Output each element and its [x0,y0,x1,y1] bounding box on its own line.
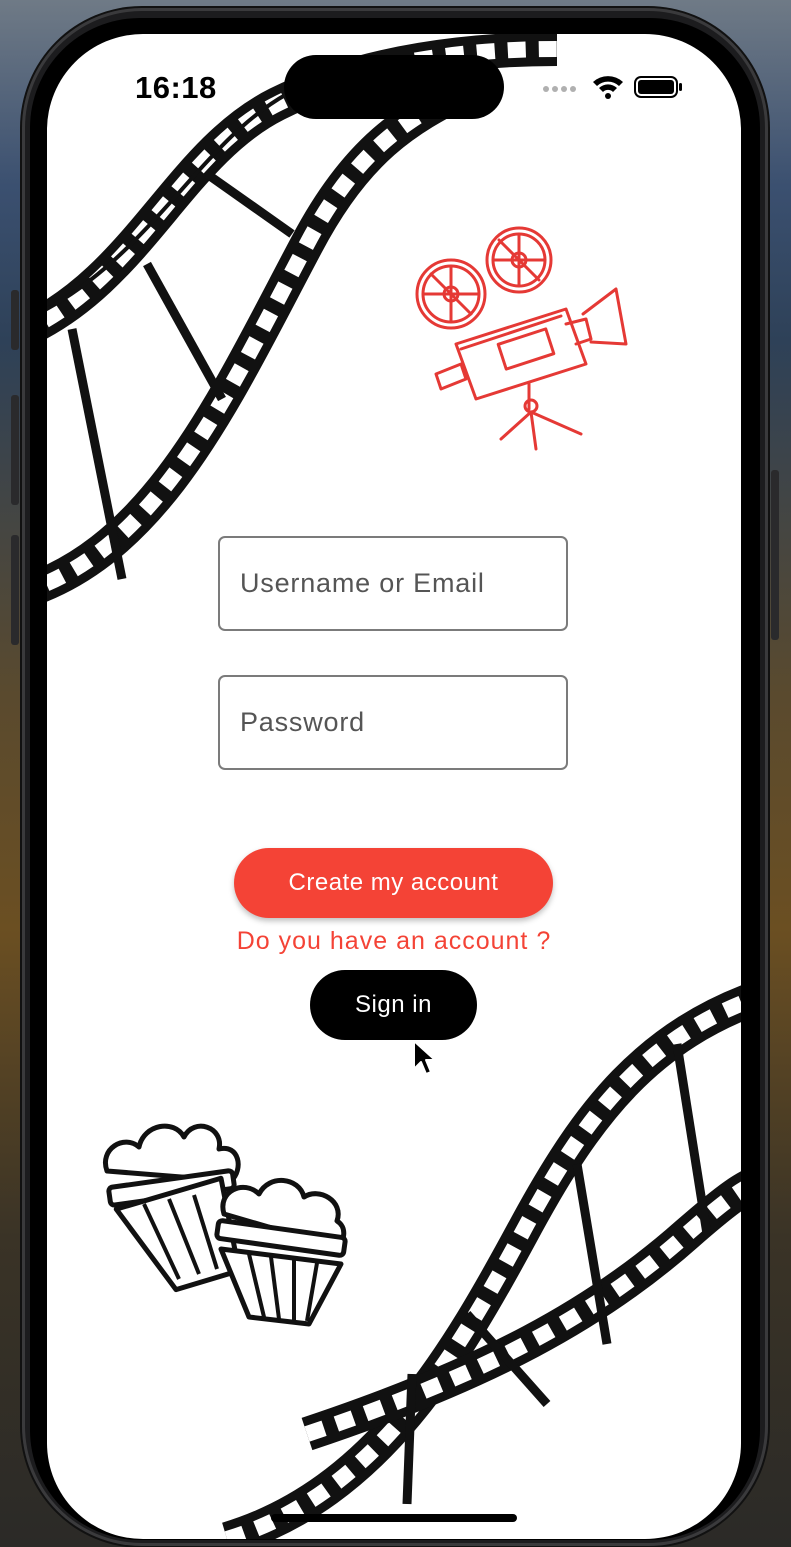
username-input[interactable] [220,538,566,629]
app-screen: Create my account Do you have an account… [47,34,741,1539]
action-button [11,290,19,350]
power-button [771,470,779,640]
cellular-dots-icon [543,86,576,92]
volume-down-button [11,535,19,645]
movie-projector-camera-icon [415,226,628,451]
status-icons [543,76,682,99]
home-indicator[interactable] [271,1514,517,1522]
password-field[interactable] [218,675,568,770]
create-account-button[interactable]: Create my account [234,848,553,918]
film-strip-icon [222,985,741,1539]
password-input[interactable] [220,677,566,768]
mouse-cursor-icon [413,1040,436,1075]
battery-icon [634,76,682,98]
wifi-icon [593,76,623,99]
dynamic-island [284,55,504,119]
username-field[interactable] [218,536,568,631]
status-time: 16:18 [135,70,217,105]
volume-up-button [11,395,19,505]
